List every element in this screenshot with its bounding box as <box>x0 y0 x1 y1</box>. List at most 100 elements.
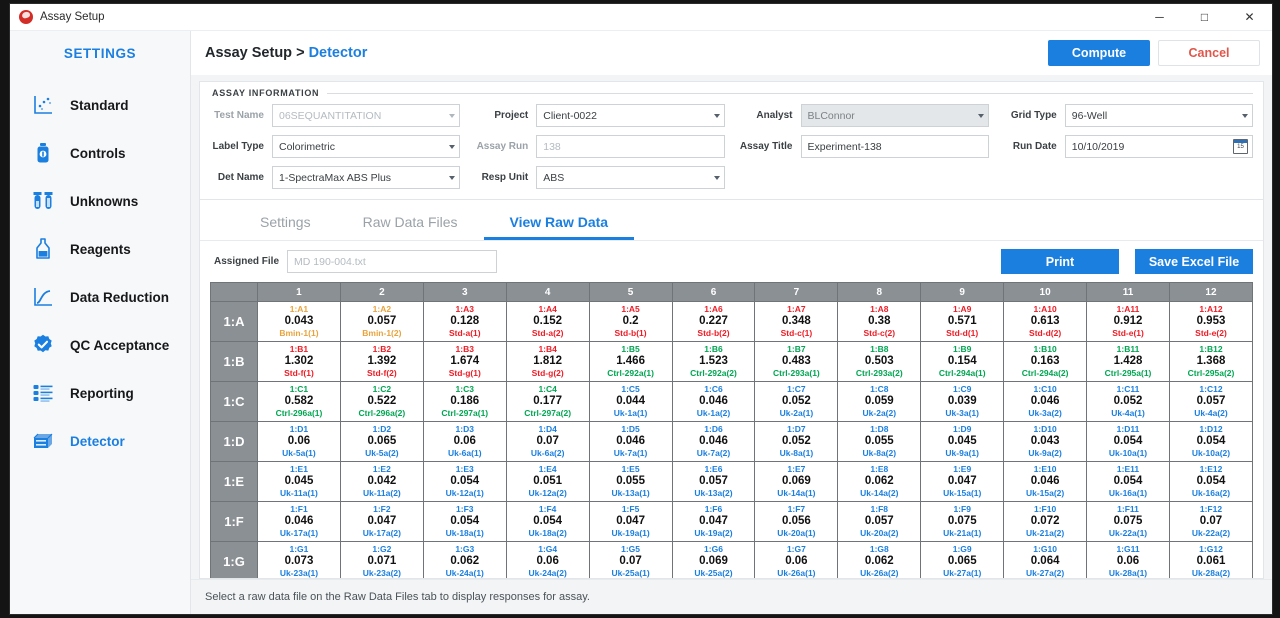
sidebar-item-standard[interactable]: Standard <box>10 81 190 129</box>
tab-view-raw-data[interactable]: View Raw Data <box>484 208 635 240</box>
plate-well[interactable]: 1:F60.047Uk-19a(2) <box>672 502 755 542</box>
plate-well[interactable]: 1:F80.057Uk-20a(2) <box>838 502 921 542</box>
plate-well[interactable]: 1:C100.046Uk-3a(2) <box>1004 382 1087 422</box>
plate-well[interactable]: 1:G80.062Uk-26a(2) <box>838 542 921 579</box>
test-name-select[interactable]: 06SEQUANTITATION <box>272 104 460 127</box>
plate-well[interactable]: 1:D100.043Uk-9a(2) <box>1004 422 1087 462</box>
plate-column-header[interactable]: 2 <box>340 283 423 302</box>
plate-well[interactable]: 1:G70.06Uk-26a(1) <box>755 542 838 579</box>
assigned-file-input[interactable]: MD 190-004.txt <box>287 250 497 273</box>
plate-well[interactable]: 1:F30.054Uk-18a(1) <box>423 502 506 542</box>
plate-well[interactable]: 1:A20.057Bmin-1(2) <box>340 302 423 342</box>
plate-row-header[interactable]: 1:E <box>211 462 258 502</box>
plate-well[interactable]: 1:D120.054Uk-10a(2) <box>1169 422 1252 462</box>
plate-well[interactable]: 1:A100.613Std-d(2) <box>1004 302 1087 342</box>
plate-well[interactable]: 1:E120.054Uk-16a(2) <box>1169 462 1252 502</box>
plate-well[interactable]: 1:B31.674Std-g(1) <box>423 342 506 382</box>
print-button[interactable]: Print <box>1001 249 1119 274</box>
plate-well[interactable]: 1:F10.046Uk-17a(1) <box>258 502 341 542</box>
plate-well[interactable]: 1:D10.06Uk-5a(1) <box>258 422 341 462</box>
plate-well[interactable]: 1:E70.069Uk-14a(1) <box>755 462 838 502</box>
plate-well[interactable]: 1:D20.065Uk-5a(2) <box>340 422 423 462</box>
plate-well[interactable]: 1:E60.057Uk-13a(2) <box>672 462 755 502</box>
plate-well[interactable]: 1:B100.163Ctrl-294a(2) <box>1004 342 1087 382</box>
save-excel-file-button[interactable]: Save Excel File <box>1135 249 1253 274</box>
plate-well[interactable]: 1:G100.064Uk-27a(2) <box>1004 542 1087 579</box>
plate-well[interactable]: 1:F70.056Uk-20a(1) <box>755 502 838 542</box>
plate-well[interactable]: 1:B90.154Ctrl-294a(1) <box>921 342 1004 382</box>
plate-well[interactable]: 1:B61.523Ctrl-292a(2) <box>672 342 755 382</box>
sidebar-item-qc-acceptance[interactable]: QC Acceptance <box>10 321 190 369</box>
plate-well[interactable]: 1:F50.047Uk-19a(1) <box>589 502 672 542</box>
plate-well[interactable]: 1:F120.07Uk-22a(2) <box>1169 502 1252 542</box>
plate-well[interactable]: 1:F110.075Uk-22a(1) <box>1087 502 1170 542</box>
plate-well[interactable]: 1:B70.483Ctrl-293a(1) <box>755 342 838 382</box>
project-select[interactable]: Client-0022 <box>536 104 724 127</box>
plate-well[interactable]: 1:E10.045Uk-11a(1) <box>258 462 341 502</box>
calendar-icon[interactable] <box>1233 139 1248 154</box>
plate-column-header[interactable]: 12 <box>1169 283 1252 302</box>
plate-well[interactable]: 1:F100.072Uk-21a(2) <box>1004 502 1087 542</box>
plate-well[interactable]: 1:A40.152Std-a(2) <box>506 302 589 342</box>
plate-row-header[interactable]: 1:A <box>211 302 258 342</box>
plate-well[interactable]: 1:B51.466Ctrl-292a(1) <box>589 342 672 382</box>
grid-type-select[interactable]: 96-Well <box>1065 104 1253 127</box>
plate-well[interactable]: 1:E80.062Uk-14a(2) <box>838 462 921 502</box>
plate-well[interactable]: 1:A50.2Std-b(1) <box>589 302 672 342</box>
plate-well[interactable]: 1:B80.503Ctrl-293a(2) <box>838 342 921 382</box>
plate-well[interactable]: 1:D60.046Uk-7a(2) <box>672 422 755 462</box>
plate-well[interactable]: 1:A70.348Std-c(1) <box>755 302 838 342</box>
plate-well[interactable]: 1:D30.06Uk-6a(1) <box>423 422 506 462</box>
plate-well[interactable]: 1:C70.052Uk-2a(1) <box>755 382 838 422</box>
plate-well[interactable]: 1:B111.428Ctrl-295a(1) <box>1087 342 1170 382</box>
plate-row-header[interactable]: 1:D <box>211 422 258 462</box>
plate-well[interactable]: 1:G120.061Uk-28a(2) <box>1169 542 1252 579</box>
plate-column-header[interactable]: 11 <box>1087 283 1170 302</box>
plate-well[interactable]: 1:F90.075Uk-21a(1) <box>921 502 1004 542</box>
plate-well[interactable]: 1:G40.06Uk-24a(2) <box>506 542 589 579</box>
plate-well[interactable]: 1:E40.051Uk-12a(2) <box>506 462 589 502</box>
plate-well[interactable]: 1:C10.582Ctrl-296a(1) <box>258 382 341 422</box>
maximize-button[interactable]: □ <box>1182 4 1227 30</box>
plate-well[interactable]: 1:A110.912Std-e(1) <box>1087 302 1170 342</box>
tab-raw-data-files[interactable]: Raw Data Files <box>337 208 484 240</box>
plate-row-header[interactable]: 1:C <box>211 382 258 422</box>
plate-well[interactable]: 1:C30.186Ctrl-297a(1) <box>423 382 506 422</box>
plate-well[interactable]: 1:C90.039Uk-3a(1) <box>921 382 1004 422</box>
plate-well[interactable]: 1:G110.06Uk-28a(1) <box>1087 542 1170 579</box>
plate-row-header[interactable]: 1:G <box>211 542 258 579</box>
plate-well[interactable]: 1:C120.057Uk-4a(2) <box>1169 382 1252 422</box>
plate-well[interactable]: 1:C40.177Ctrl-297a(2) <box>506 382 589 422</box>
plate-well[interactable]: 1:F20.047Uk-17a(2) <box>340 502 423 542</box>
plate-well[interactable]: 1:D110.054Uk-10a(1) <box>1087 422 1170 462</box>
plate-well[interactable]: 1:D50.046Uk-7a(1) <box>589 422 672 462</box>
plate-column-header[interactable]: 1 <box>258 283 341 302</box>
plate-column-header[interactable]: 4 <box>506 283 589 302</box>
plate-well[interactable]: 1:D70.052Uk-8a(1) <box>755 422 838 462</box>
plate-well[interactable]: 1:A30.128Std-a(1) <box>423 302 506 342</box>
plate-column-header[interactable]: 7 <box>755 283 838 302</box>
compute-button[interactable]: Compute <box>1048 40 1150 66</box>
plate-column-header[interactable]: 10 <box>1004 283 1087 302</box>
plate-well[interactable]: 1:E90.047Uk-15a(1) <box>921 462 1004 502</box>
plate-well[interactable]: 1:D40.07Uk-6a(2) <box>506 422 589 462</box>
plate-column-header[interactable]: 6 <box>672 283 755 302</box>
plate-column-header[interactable]: 3 <box>423 283 506 302</box>
plate-well[interactable]: 1:E50.055Uk-13a(1) <box>589 462 672 502</box>
plate-well[interactable]: 1:F40.054Uk-18a(2) <box>506 502 589 542</box>
plate-column-header[interactable]: 9 <box>921 283 1004 302</box>
plate-well[interactable]: 1:B41.812Std-g(2) <box>506 342 589 382</box>
plate-well[interactable]: 1:C110.052Uk-4a(1) <box>1087 382 1170 422</box>
plate-well[interactable]: 1:G60.069Uk-25a(2) <box>672 542 755 579</box>
sidebar-item-controls[interactable]: Controls <box>10 129 190 177</box>
plate-well[interactable]: 1:C60.046Uk-1a(2) <box>672 382 755 422</box>
sidebar-item-reporting[interactable]: Reporting <box>10 369 190 417</box>
analyst-select[interactable]: BLConnor <box>801 104 989 127</box>
plate-well[interactable]: 1:G30.062Uk-24a(1) <box>423 542 506 579</box>
plate-row-header[interactable]: 1:B <box>211 342 258 382</box>
plate-well[interactable]: 1:B121.368Ctrl-295a(2) <box>1169 342 1252 382</box>
plate-well[interactable]: 1:A120.953Std-e(2) <box>1169 302 1252 342</box>
plate-column-header[interactable]: 5 <box>589 283 672 302</box>
label-type-select[interactable]: Colorimetric <box>272 135 460 158</box>
plate-well[interactable]: 1:D80.055Uk-8a(2) <box>838 422 921 462</box>
